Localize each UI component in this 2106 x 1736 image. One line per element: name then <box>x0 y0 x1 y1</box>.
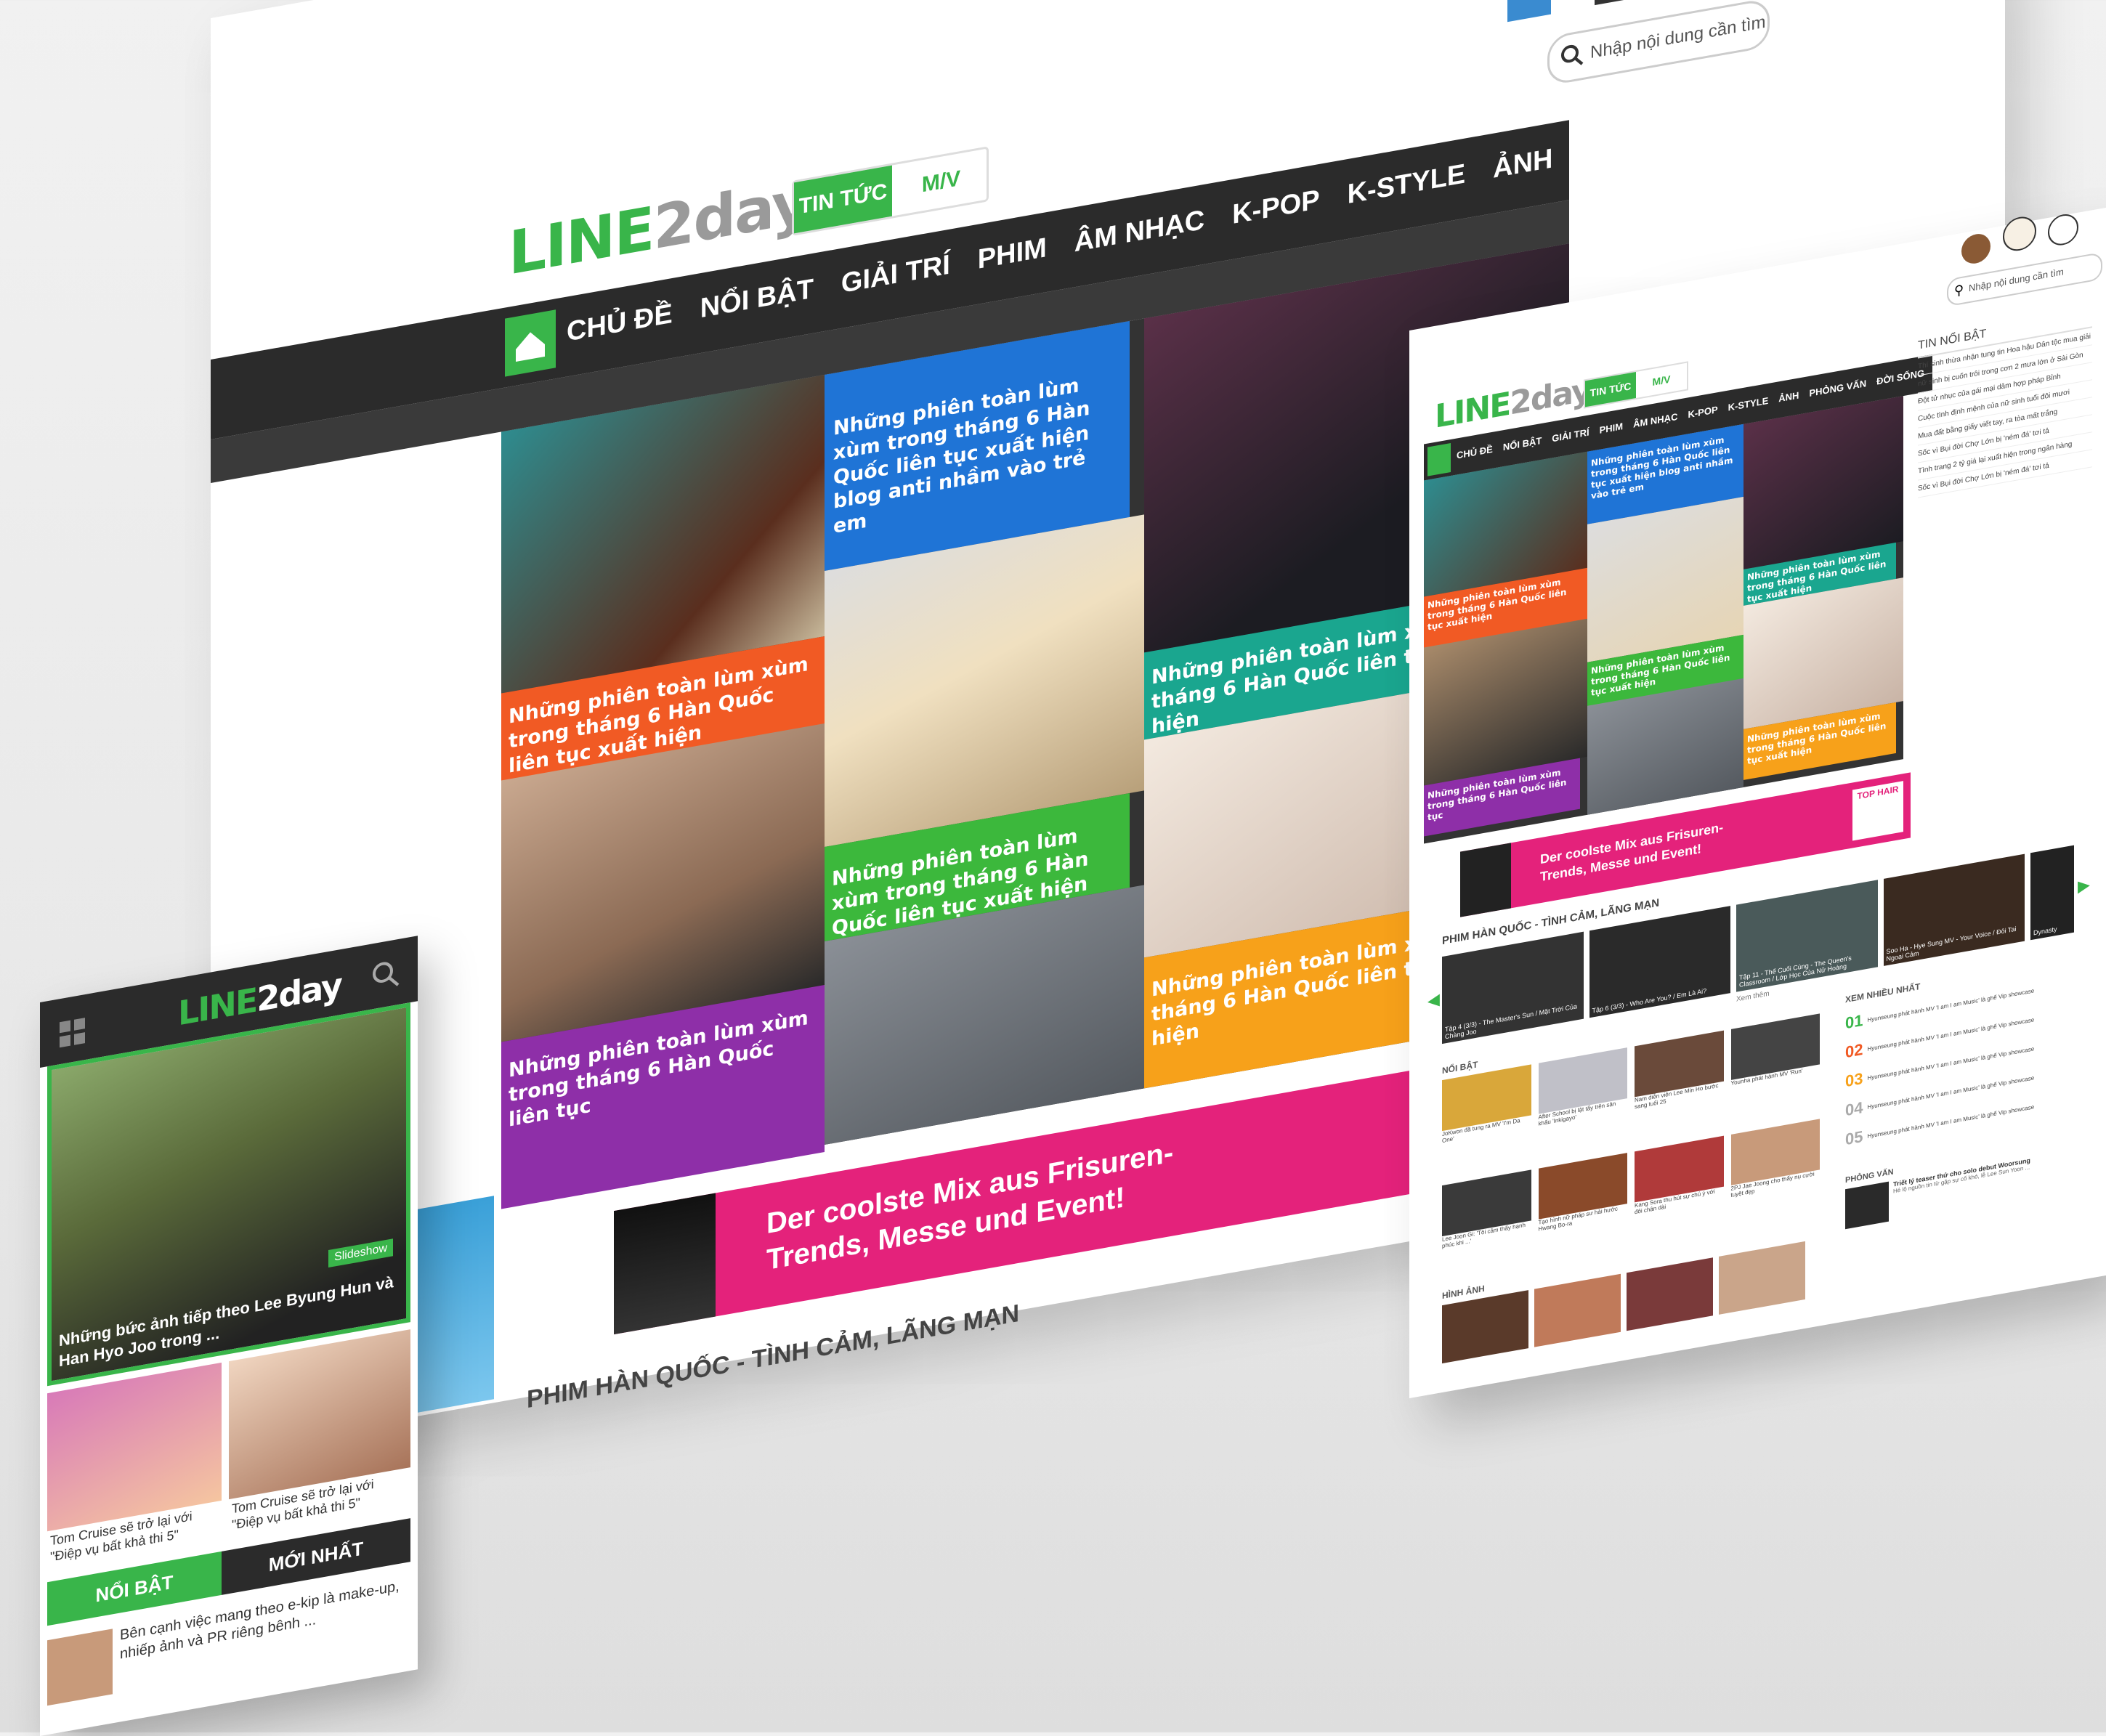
tablet-sidebar: TIN NỔI BẬT Thí sinh thừa nhận tung tin … <box>1918 304 2092 742</box>
video-item[interactable]: Tập 4 (3/3) - The Master's Sun / Mặt Trờ… <box>1442 931 1584 1045</box>
nav-doi-song[interactable]: ĐỜI SỐNG <box>1775 79 1916 135</box>
phone-card-1[interactable]: Tom Cruise sẽ trở lại với "Điệp vụ bất k… <box>47 1362 222 1575</box>
tablet-nav-phim[interactable]: PHIM <box>1600 421 1624 436</box>
noi-bat-item[interactable]: Tạo hình nữ pháp sư hài hước Hwang Bo-ra <box>1538 1153 1627 1267</box>
search-icon: ⚲ <box>1954 282 1964 299</box>
noi-bat-item[interactable]: After School bị lật tẩy trên sân khấu 'I… <box>1538 1047 1627 1161</box>
video-item[interactable]: Dynasty <box>2030 845 2074 941</box>
noi-bat-item[interactable]: Younha phát hành MV 'Run' <box>1730 1013 1820 1127</box>
next-arrow-icon[interactable]: ▶ <box>2078 875 2090 896</box>
list-thumb <box>47 1628 113 1706</box>
tablet-tile-photo-3[interactable] <box>1743 396 1903 569</box>
tablet-tab-news[interactable]: TIN TỨC <box>1585 371 1636 407</box>
noi-bat-grid: JoKwon đã tung ra MV 'I'm Da One' After … <box>1442 1013 1820 1283</box>
noi-bat-item[interactable]: Lee Joon Gi: 'Tôi cảm thấy hạnh phúc khi… <box>1442 1169 1531 1283</box>
home-icon <box>516 332 545 362</box>
noi-bat-item[interactable]: Kang Sora thu hút sự chú ý với đôi chân … <box>1635 1135 1724 1250</box>
most-viewed: XEM NHIỀU NHẤT 01 Hyunseung phát hành MV … <box>1845 952 2085 1230</box>
image-thumb[interactable] <box>1534 1273 1621 1347</box>
video-title: Tập 4 (3/3) - The Master's Sun / Mặt Trờ… <box>1445 1002 1578 1041</box>
rank-number: 02 <box>1845 1039 1863 1062</box>
noi-bat-item[interactable]: Nam diễn viên Lee Min Ho bước sang tuổi … <box>1635 1030 1724 1145</box>
tablet-noi-bat-title: NỔI BẬT <box>1442 1059 1478 1076</box>
search-icon <box>1560 41 1584 74</box>
nav-giai-tri[interactable]: GIẢI TRÍ <box>841 250 950 300</box>
nav-k-style[interactable]: K-STYLE <box>1348 158 1466 211</box>
phone-card-2[interactable]: Tom Cruise sẽ trở lại với "Điệp vụ bất k… <box>229 1329 410 1543</box>
noi-bat-item[interactable]: 2PJ Jae Joong cho thấy nụ cười tuyệt đẹp <box>1730 1119 1820 1233</box>
video-item[interactable]: Tập 6 (3/3) - Who Are You? / Em Là Ai? <box>1589 906 1730 1018</box>
section-title: PHIM HÀN QUỐC - TÌNH CẢM, LÃNG MẠN <box>527 1299 1020 1414</box>
tablet-tab-mv[interactable]: M/V <box>1637 363 1685 398</box>
video-item[interactable]: Tập 11 - Thế Cuối Cùng - The Queen's Cla… <box>1736 880 1878 992</box>
banner-silhouette <box>614 1193 716 1335</box>
video-title: Dynasty <box>2033 925 2057 937</box>
search-icon[interactable] <box>370 957 401 996</box>
tile-photo-2[interactable] <box>825 514 1144 848</box>
tablet-mockup: ⚲ Nhập nội dung cần tìm LINE2day TIN TỨC… <box>1409 207 2106 1399</box>
tablet-nav-chu-de[interactable]: CHỦ ĐỀ <box>1457 444 1493 461</box>
tablet-nav-noi-bat[interactable]: NỔI BẬT <box>1503 435 1542 453</box>
tablet-nav-anh[interactable]: ẢNH <box>1778 389 1799 404</box>
video-item[interactable]: Soo Ha - Hye Sung MV - Your Voice / Đôi … <box>1883 853 2025 966</box>
rank-number: 01 <box>1845 1010 1863 1033</box>
phone-hero[interactable]: Slideshow Những bức ảnh tiếp theo Lee By… <box>47 1002 410 1387</box>
tablet-nav-k-style[interactable]: K-STYLE <box>1728 395 1769 413</box>
tablet-tile-photo-2[interactable] <box>1587 496 1743 662</box>
rank-number: 04 <box>1845 1098 1863 1120</box>
phone-mockup: LINE2day Slideshow Những bức ảnh tiếp th… <box>40 936 418 1736</box>
banner-text: Der coolste Mix aus Frisuren- Trends, Me… <box>766 1134 1173 1278</box>
nav-anh[interactable]: ẢNH <box>1493 143 1552 185</box>
video-title: Tập 6 (3/3) - Who Are You? / Em Là Ai? <box>1592 986 1707 1015</box>
image-thumb[interactable] <box>1442 1290 1528 1364</box>
tablet-nav-phong-van[interactable]: PHỎNG VẤN <box>1809 378 1866 399</box>
image-thumb[interactable] <box>1719 1241 1805 1315</box>
prev-arrow-icon[interactable]: ◀ <box>1427 990 1440 1011</box>
grid-menu-icon[interactable] <box>58 1016 87 1054</box>
rank-number: 05 <box>1845 1127 1863 1149</box>
noi-bat-item[interactable]: JoKwon đã tung ra MV 'I'm Da One' <box>1442 1064 1531 1178</box>
video-title: Soo Ha - Hye Sung MV - Your Voice / Đôi … <box>1886 925 2017 963</box>
tablet-nav-k-pop[interactable]: K-POP <box>1688 404 1717 420</box>
nav-phong-van[interactable]: PHỎNG VẤN <box>1580 109 1747 170</box>
image-thumb[interactable] <box>1627 1257 1713 1331</box>
home-icon[interactable] <box>1427 442 1451 476</box>
nav-chu-de[interactable]: CHỦ ĐỀ <box>567 299 673 349</box>
nav-k-pop[interactable]: K-POP <box>1232 184 1319 231</box>
tablet-nav-am-nhac[interactable]: ÂM NHẠC <box>1633 411 1677 430</box>
interview-thumb <box>1845 1181 1889 1230</box>
nav-am-nhac[interactable]: ÂM NHẠC <box>1074 205 1204 259</box>
video-title: Tập 11 - Thế Cuối Cùng - The Queen's Cla… <box>1739 954 1852 989</box>
nav-noi-bat[interactable]: NỔI BẬT <box>700 274 814 325</box>
slideshow-badge[interactable]: Slideshow <box>328 1238 393 1267</box>
tablet-banner-badge: TOP HAIR <box>1852 781 1903 841</box>
see-more-link[interactable]: Xem thêm <box>1736 990 1770 1004</box>
search-placeholder: Nhập nội dung cần tìm <box>1590 12 1766 63</box>
nav-phim[interactable]: PHIM <box>978 232 1047 276</box>
tab-switch: TIN TỨC M/V <box>792 146 989 236</box>
banner-silhouette <box>1460 843 1511 917</box>
tab-mv[interactable]: M/V <box>896 149 987 216</box>
tablet-nav-giai-tri[interactable]: GIẢI TRÍ <box>1552 426 1589 444</box>
rank-number: 03 <box>1845 1068 1863 1091</box>
home-button[interactable] <box>505 309 556 377</box>
